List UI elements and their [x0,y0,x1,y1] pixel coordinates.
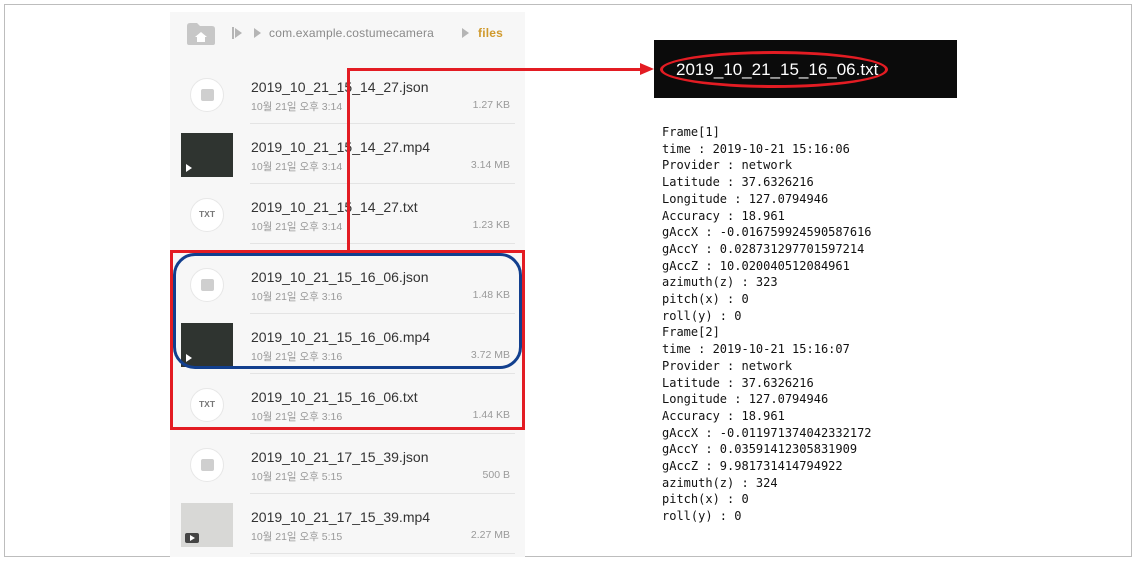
txt-file-icon: TXT [190,198,224,232]
file-name: 2019_10_21_15_14_27.mp4 [251,139,431,155]
log-line: gAccZ : 9.981731414794922 [662,459,843,474]
chevron-right-icon [235,28,242,38]
file-name: 2019_10_21_15_14_27.json [251,79,429,95]
file-icon [190,78,224,112]
log-line: Frame[2] [662,325,720,340]
file-row[interactable]: 2019_10_21_17_15_39.mp4 10월 21일 오후 5:15 … [170,494,525,554]
file-size: 1.27 KB [472,99,510,111]
arrow-right-icon [640,63,654,75]
log-line: Longitude : 127.0794946 [662,392,829,407]
log-line: gAccY : 0.028731297701597214 [662,241,865,256]
log-line: Provider : network [662,358,793,373]
log-line: azimuth(z) : 324 [662,475,778,490]
log-line: gAccX : -0.016759924590587616 [662,225,872,240]
file-date: 10월 21일 오후 3:14 [251,221,343,233]
file-date: 10월 21일 오후 5:15 [251,471,343,483]
log-line: roll(y) : 0 [662,509,742,524]
log-line: pitch(x) : 0 [662,292,749,307]
breadcrumb-current[interactable]: files [478,26,503,40]
log-line: Latitude : 37.6326216 [662,175,814,190]
play-icon [186,164,192,172]
chevron-right-icon [254,28,261,38]
home-folder-icon[interactable] [186,21,216,46]
log-line: gAccZ : 10.020040512084961 [662,258,850,273]
viewer-title: 2019_10_21_15_16_06.txt [676,60,879,79]
log-line: roll(y) : 0 [662,308,742,323]
file-icon [190,448,224,482]
log-line: gAccY : 0.03591412305831909 [662,442,858,457]
file-name: 2019_10_21_17_15_39.mp4 [251,509,431,525]
log-line: Longitude : 127.0794946 [662,191,829,206]
file-size: 3.14 MB [470,159,510,171]
file-size: 2.27 MB [470,529,510,541]
play-icon [185,533,199,543]
breadcrumb: com.example.costumecamera files [170,12,525,58]
log-line: Accuracy : 18.961 [662,208,785,223]
file-content: Frame[1] time : 2019-10-21 15:16:06 Prov… [662,124,872,525]
video-thumbnail [181,133,233,177]
file-size: 500 B [482,469,510,481]
breadcrumb-bar [232,27,234,39]
file-date: 10월 21일 오후 5:15 [251,531,343,543]
file-row[interactable]: 2019_10_21_17_15_39.json 10월 21일 오후 5:15… [170,434,525,494]
highlight-blue-box [173,253,522,369]
file-size: 1.23 KB [472,219,510,231]
chevron-right-icon [462,28,469,38]
log-line: time : 2019-10-21 15:16:07 [662,342,850,357]
log-line: Frame[1] [662,125,720,139]
log-line: Provider : network [662,158,793,173]
log-line: gAccX : -0.011971374042332172 [662,425,872,440]
breadcrumb-package[interactable]: com.example.costumecamera [269,26,434,40]
log-line: pitch(x) : 0 [662,492,749,507]
connector-line-horizontal [347,68,642,71]
log-line: Accuracy : 18.961 [662,408,785,423]
log-line: Latitude : 37.6326216 [662,375,814,390]
file-name: 2019_10_21_15_14_27.txt [251,199,418,215]
viewer-title-bar: 2019_10_21_15_16_06.txt [654,40,957,98]
log-line: azimuth(z) : 323 [662,275,778,290]
connector-line-vertical [347,69,350,252]
file-name: 2019_10_21_17_15_39.json [251,449,429,465]
file-date: 10월 21일 오후 3:14 [251,161,343,173]
video-thumbnail [181,503,233,547]
log-line: time : 2019-10-21 15:16:06 [662,141,850,156]
file-date: 10월 21일 오후 3:14 [251,101,343,113]
